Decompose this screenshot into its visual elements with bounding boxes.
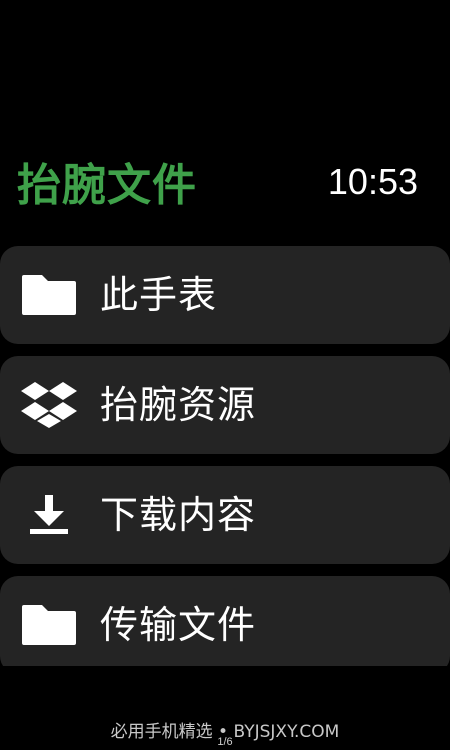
folder-icon <box>20 273 78 317</box>
menu-item-label: 抬腕资源 <box>100 383 257 427</box>
dropbox-icon <box>20 382 78 428</box>
menu-item-label: 下载内容 <box>100 493 257 537</box>
menu-item-this-watch[interactable]: 此手表 <box>0 246 450 344</box>
menu-item-label: 此手表 <box>100 273 218 317</box>
page-indicator: 1/6 <box>217 736 233 748</box>
folder-icon <box>20 603 78 647</box>
menu-item-wrist-resources[interactable]: 抬腕资源 <box>0 356 450 454</box>
menu-item-downloads[interactable]: 下载内容 <box>0 466 450 564</box>
clock: 10:53 <box>327 161 418 202</box>
menu-item-transfer-files[interactable]: 传输文件 <box>0 576 450 674</box>
app-title: 抬腕文件 <box>17 160 197 211</box>
menu-item-label: 传输文件 <box>100 603 257 647</box>
download-icon <box>20 493 78 537</box>
header: 抬腕文件 10:53 <box>0 150 450 220</box>
